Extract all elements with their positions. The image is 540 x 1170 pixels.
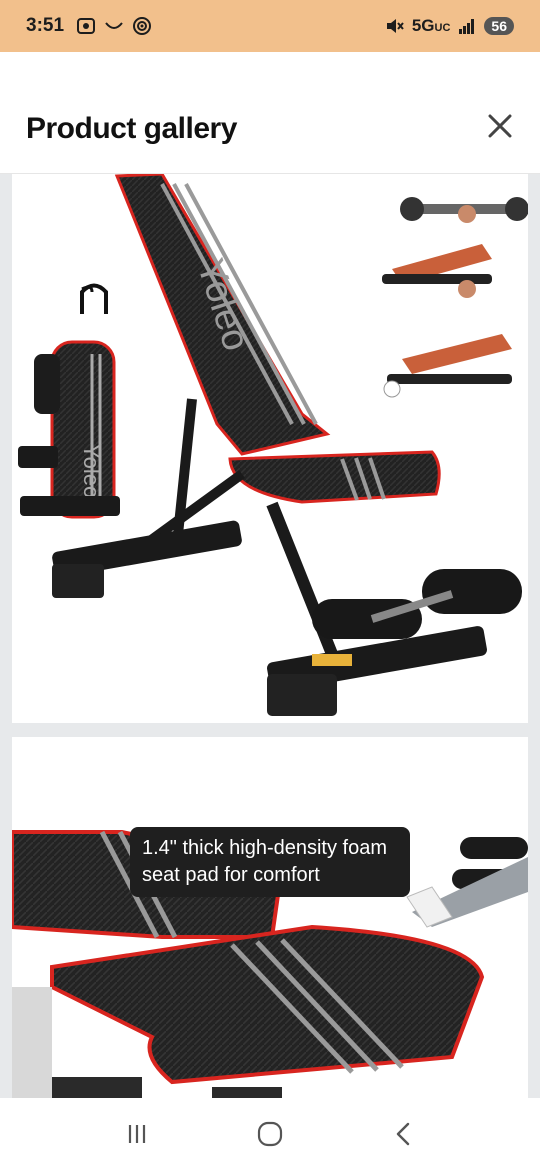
hotspot-icon [133, 17, 152, 35]
screenshot-icon [77, 18, 96, 34]
network-label: 5GUC [411, 16, 451, 35]
recent-apps-icon [128, 1125, 145, 1143]
product-image-2[interactable]: 1.4" thick high-density foam seat pad fo… [12, 737, 528, 1098]
header: Product gallery [0, 52, 540, 174]
gallery[interactable]: Yoleo Yoleo 1.4" thick high-density foam… [0, 174, 540, 1098]
mute-icon [386, 19, 404, 33]
smile-icon [105, 22, 123, 29]
home-icon [257, 1121, 283, 1147]
navigation-bar [0, 1098, 540, 1170]
recent-apps-button[interactable] [117, 1114, 157, 1154]
status-bar: 3:51 5GUC 56 [0, 0, 540, 52]
seat-closeup-illustration [12, 830, 528, 1098]
page-title: Product gallery [26, 112, 237, 145]
product-image-1[interactable]: Yoleo Yoleo [12, 174, 528, 723]
back-button[interactable] [383, 1114, 423, 1154]
close-icon[interactable] [484, 110, 516, 142]
status-time: 3:51 [26, 15, 65, 36]
bench-illustration: Yoleo Yoleo [18, 174, 528, 716]
battery-indicator: 56 [484, 17, 514, 35]
back-icon [397, 1122, 410, 1146]
folded-brand-text: Yoleo [79, 444, 104, 498]
signal-icon [459, 19, 475, 34]
image-caption: 1.4" thick high-density foam seat pad fo… [130, 827, 410, 897]
home-button[interactable] [250, 1114, 290, 1154]
